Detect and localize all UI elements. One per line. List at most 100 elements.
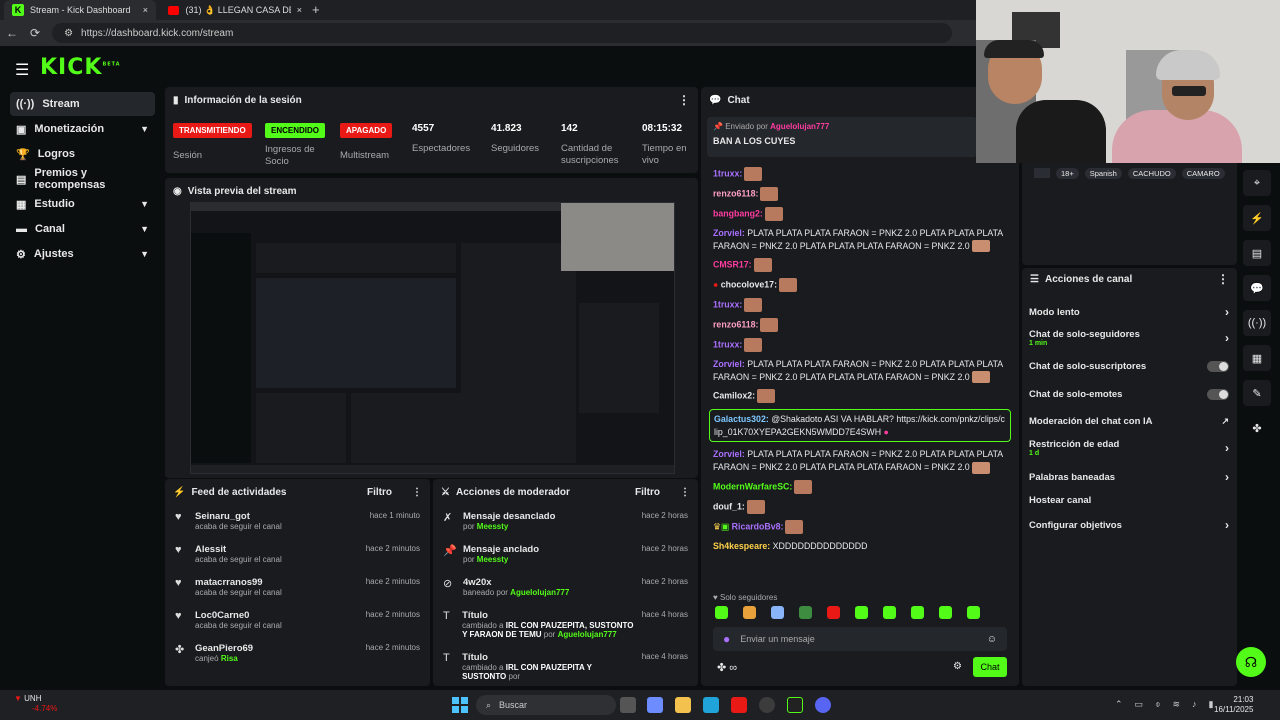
close-tab-icon[interactable]: × [297,5,302,15]
action-banned-words[interactable]: Palabras baneadas › [1029,470,1229,484]
filter-button[interactable]: Filtro [367,487,392,498]
webcam-overlay [561,203,674,271]
chat-input[interactable]: ● Enviar un mensaje ☺ [713,627,1007,651]
emote-icon[interactable] [911,606,924,619]
rail-button-broadcast-icon[interactable]: ((·)) [1243,310,1271,336]
panel-title: Vista previa del stream [187,185,297,197]
more-options-icon[interactable]: ⋮ [1217,272,1229,286]
chat-panel: 💬 Chat 📌 Enviado por Aguelolujan777 BAN … [701,87,1019,686]
action-age-restriction[interactable]: Restricción de edad 1 d › [1029,439,1229,457]
sidebar-item-logros[interactable]: 🏆 Logros [10,142,155,166]
stream-preview-video[interactable] [190,202,675,474]
rail-button-wrench-icon[interactable]: ✎ [1243,380,1271,406]
action-host-channel[interactable]: Hostear canal [1029,495,1229,506]
action-followers-only[interactable]: Chat de solo-seguidores 1 min › [1029,329,1229,347]
sidebar-item-premios[interactable]: ▤ Premios y recompensas [10,167,155,191]
followers-only-indicator: ♥ Solo seguidores [713,593,778,602]
emote-icon [744,338,763,353]
heart-icon: ♥ [713,593,718,602]
rail-button-points-icon[interactable]: ✤ [1243,415,1271,441]
windows-start-icon[interactable] [452,697,468,713]
dollar-icon: ▣ [16,123,27,136]
bolt-icon: ⚡ [173,486,186,498]
tab-kick-dashboard[interactable]: K Stream - Kick Dashboard × [4,0,156,20]
support-headset-icon[interactable]: ☊ [1236,647,1266,677]
emote-icon[interactable] [771,606,784,619]
sidebar-item-canal[interactable]: ▬ Canal ▼ [10,217,155,241]
emote-icon[interactable] [939,606,952,619]
rail-button-doc-icon[interactable]: ▤ [1243,240,1271,266]
hamburger-menu-icon[interactable]: ☰ [15,60,29,80]
trophy-icon: 🏆 [16,148,30,161]
action-ai-moderation[interactable]: Moderación del chat con IA ↗ [1029,416,1229,427]
emote-icon[interactable] [715,606,728,619]
chat-message: ● chocolove17: [701,278,1019,293]
broadcast-icon: ((·)) [16,98,35,110]
sidebar-item-ajustes[interactable]: ⚙ Ajustes ▼ [10,242,155,266]
file-explorer-icon[interactable] [675,697,691,713]
copilot-icon[interactable] [647,697,663,713]
rail-button-bolt-icon[interactable]: ⚡ [1243,205,1271,231]
sidebar-item-monetizacion[interactable]: ▣ Monetización ▼ [10,117,155,141]
edge-icon[interactable] [703,697,719,713]
emotes-only-toggle[interactable] [1207,389,1229,400]
panel-title: Chat [727,94,750,106]
emote-icon[interactable] [799,606,812,619]
stock-widget[interactable]: ▼ UNH -4.74% [14,694,57,714]
chat-message: Sh4kespeare: XDDDDDDDDDDDDDD [713,540,868,551]
webcam-overlay-image [976,0,1280,163]
emote-icon[interactable] [827,606,840,619]
list-item: ✗ Mensaje desanclado por Meessty hace 2 hor… [433,511,698,544]
settings-gear-icon[interactable]: ⚙ [953,661,962,672]
discord-icon[interactable] [815,697,831,713]
emote-icon [753,258,772,273]
tag: CAMARO [1181,168,1225,179]
url-field[interactable]: ⚙ https://dashboard.kick.com/stream [52,23,953,43]
chevron-right-icon: › [1225,518,1229,532]
reload-icon[interactable]: ⟳ [30,26,40,40]
rail-button-capture-icon[interactable]: ⌖ [1243,170,1271,196]
clock[interactable]: 21:03 16/11/2025 [1214,695,1253,715]
chevron-down-icon: ▼ [140,199,149,209]
filter-button[interactable]: Filtro [635,487,660,498]
emote-icon [779,278,798,293]
taskbar-search[interactable]: ⌕ Buscar [476,695,616,715]
sidebar-item-estudio[interactable]: ▦ Estudio ▼ [10,192,155,216]
kick-logo[interactable]: KICKBETA [40,55,121,80]
more-options-icon[interactable]: ⋮ [680,487,690,498]
chat-message: Zorviel: PLATA PLATA PLATA FARAON = PNKZ… [713,449,1003,474]
send-chat-button[interactable]: Chat [973,657,1007,677]
stat-followers: 41.823 Seguidores [491,123,540,154]
emote-icon[interactable] [743,606,756,619]
pinned-message[interactable]: 📌 Enviado por Aguelolujan777 BAN A LOS C… [707,117,977,157]
app-icon[interactable] [731,697,747,713]
back-icon[interactable]: ← [6,26,18,40]
more-options-icon[interactable]: ⋮ [412,487,422,498]
chat-message-list: 1truxx: renzo6118: bangbang2: Zorviel: P… [701,167,1019,552]
rail-button-chat-icon[interactable]: 💬 [1243,275,1271,301]
subs-only-toggle[interactable] [1207,361,1229,372]
task-view-icon[interactable] [620,697,636,713]
action-set-goals[interactable]: Configurar objetivos › [1029,518,1229,532]
emote-icon[interactable] [855,606,868,619]
more-options-icon[interactable]: ⋮ [678,93,690,107]
action-emotes-only[interactable]: Chat de solo-emotes [1029,389,1229,400]
rail-button-layout-icon[interactable]: ▦ [1243,345,1271,371]
obs-icon[interactable] [759,697,775,713]
chat-message: ♛▣ RicardoBv8: [701,519,1019,534]
new-tab-button[interactable]: + [312,2,320,17]
emoji-icon[interactable]: ☺ [987,634,997,645]
close-tab-icon[interactable]: × [143,5,148,15]
tab-youtube[interactable]: (31) 👌 LLEGAN CASA DEL FARA( × [160,0,310,20]
action-slow-mode[interactable]: Modo lento › [1029,305,1229,319]
kick-favicon-icon: K [12,4,24,16]
points-icon[interactable]: ✤ ∞ [717,661,737,674]
kick-app-icon[interactable] [787,697,803,713]
emote-icon[interactable] [883,606,896,619]
system-tray[interactable]: ⌃ ▭ ⌽ ≋ ♪ ▮ [1115,699,1213,710]
emote-icon[interactable] [967,606,980,619]
action-subs-only[interactable]: Chat de solo-suscriptores [1029,361,1229,372]
session-info-header: ▮ Información de la sesión ⋮ [165,87,698,113]
mic-icon[interactable]: ● [723,632,730,646]
sidebar-item-stream[interactable]: ((·)) Stream [10,92,155,116]
